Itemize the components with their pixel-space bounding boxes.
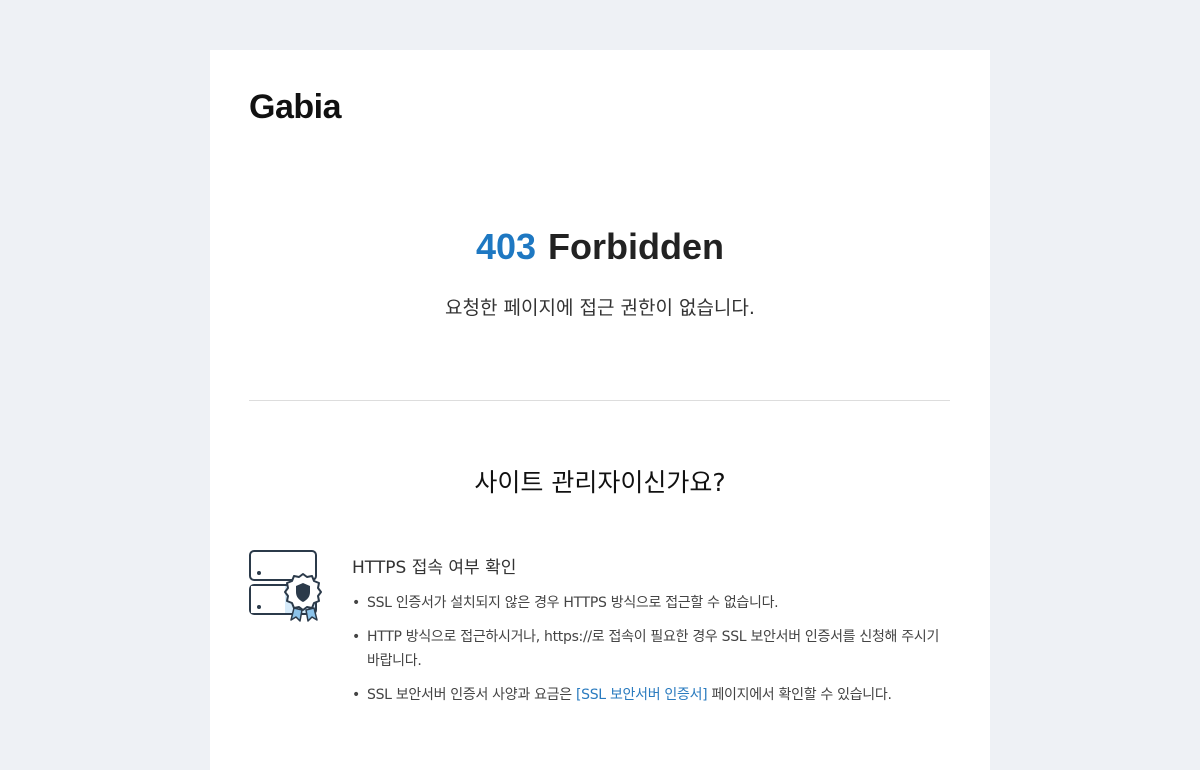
bullet-text: HTTP 방식으로 접근하시거나, https://로 접속이 필요한 경우 S… — [367, 629, 940, 669]
list-item: • HTTP 방식으로 접근하시거나, https://로 접속이 필요한 경우… — [352, 625, 942, 673]
bullet-text: SSL 보안서버 인증서 사양과 요금은 — [367, 687, 576, 703]
bullet-icon: • — [352, 687, 360, 703]
bullet-text: SSL 인증서가 설치되지 않은 경우 HTTPS 방식으로 접근할 수 없습니… — [367, 595, 779, 611]
admin-heading: 사이트 관리자이신가요? — [474, 468, 726, 497]
error-heading: 403 Forbidden — [210, 226, 990, 268]
bullet-icon: • — [352, 629, 360, 645]
https-section-title: HTTPS 접속 여부 확인 — [352, 558, 517, 578]
list-item: • SSL 인증서가 설치되지 않은 경우 HTTPS 방식으로 접근할 수 없… — [352, 591, 942, 615]
error-code: 403 — [475, 226, 537, 267]
ssl-server-certificate-icon — [249, 550, 322, 622]
error-message: 요청한 페이지에 접근 권한이 없습니다. — [445, 297, 755, 319]
gabia-logo: Gabia — [249, 88, 341, 126]
ssl-certificate-link[interactable]: [SSL 보안서버 인증서] — [576, 687, 708, 703]
bullet-text: 페이지에서 확인할 수 있습니다. — [707, 687, 892, 703]
bullet-icon: • — [352, 595, 360, 611]
error-title: Forbidden — [548, 226, 725, 267]
https-info-list: • SSL 인증서가 설치되지 않은 경우 HTTPS 방식으로 접근할 수 없… — [352, 591, 942, 717]
list-item: • SSL 보안서버 인증서 사양과 요금은 [SSL 보안서버 인증서] 페이… — [352, 683, 942, 707]
content-card: Gabia 403 Forbidden 요청한 페이지에 접근 권한이 없습니다.… — [210, 50, 990, 770]
divider — [249, 400, 950, 401]
